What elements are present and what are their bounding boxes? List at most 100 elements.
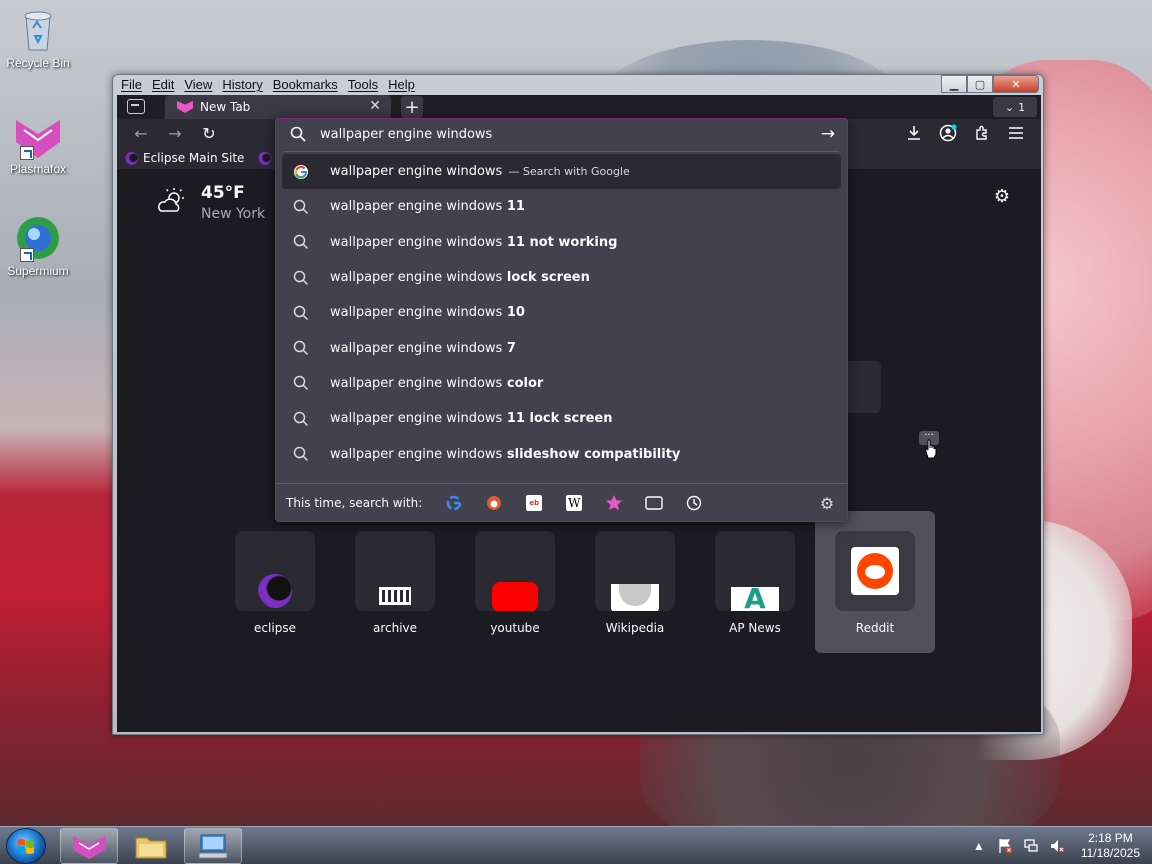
- weather-location: New York: [201, 206, 266, 222]
- top-site-label: AP News: [729, 621, 781, 635]
- tab-title: New Tab: [200, 100, 251, 114]
- search-icon: [292, 304, 310, 322]
- forward-button[interactable]: →: [165, 123, 185, 143]
- url-bar-panel: → wallpaper engine windows — Search with …: [275, 118, 848, 522]
- taskbar-file-explorer[interactable]: [122, 828, 180, 864]
- weather-widget[interactable]: 45°F New York: [157, 183, 265, 222]
- account-icon: [939, 124, 957, 142]
- tab-count: 1: [1018, 100, 1026, 114]
- suggestion-text: wallpaper engine windows: [330, 199, 503, 215]
- app-menu-button[interactable]: [1005, 123, 1027, 143]
- computer-icon: [198, 834, 228, 859]
- start-button[interactable]: [6, 828, 46, 864]
- taskbar-plasmafox[interactable]: [60, 828, 118, 864]
- network-icon[interactable]: [1023, 838, 1039, 854]
- suggestion-text: wallpaper engine windows: [330, 411, 503, 427]
- suggestion-completion: 11 lock screen: [502, 411, 613, 427]
- top-site-ap-news[interactable]: A AP News: [715, 531, 795, 635]
- url-input[interactable]: [320, 124, 800, 144]
- top-site-label: Wikipedia: [605, 621, 665, 635]
- minimize-button[interactable]: ▁: [941, 75, 967, 93]
- eclipse-favicon-icon: [125, 151, 138, 165]
- downloads-button[interactable]: [903, 123, 925, 143]
- search-icon: [292, 374, 310, 392]
- menu-bar: File Edit View History Bookmarks Tools H…: [121, 77, 415, 95]
- go-arrow-button[interactable]: →: [817, 123, 839, 145]
- tabs-icon[interactable]: [644, 493, 664, 513]
- divider: [284, 151, 839, 152]
- bookmark-label: Eclipse Main Site: [143, 151, 245, 165]
- history-icon[interactable]: [684, 493, 704, 513]
- desktop-icon-supermium[interactable]: Supermium: [4, 214, 72, 278]
- ebay-icon[interactable]: eb: [524, 493, 544, 513]
- extensions-button[interactable]: [971, 123, 993, 143]
- search-icon: [292, 339, 310, 357]
- clock-date: 11/18/2025: [1080, 846, 1140, 860]
- account-button[interactable]: [937, 123, 959, 143]
- suggestion-list: wallpaper engine windows — Search with Go…: [282, 154, 841, 472]
- taskbar-remote-desktop[interactable]: [184, 828, 242, 864]
- suggestion-row[interactable]: wallpaper engine windows 11 lock screen: [282, 401, 841, 436]
- chevron-down-icon: ⌄: [1004, 100, 1015, 114]
- tab-new-tab[interactable]: New Tab ✕: [165, 95, 391, 119]
- tab-strip: New Tab ✕ + ⌄ 1: [117, 95, 1041, 119]
- suggestion-row[interactable]: wallpaper engine windows 11: [282, 189, 841, 224]
- reload-button[interactable]: ↻: [199, 123, 219, 143]
- folder-icon: [135, 837, 167, 859]
- clock[interactable]: 2:18 PM 11/18/2025: [1081, 831, 1140, 861]
- menu-history[interactable]: History: [222, 77, 262, 95]
- new-tab-button[interactable]: +: [401, 96, 423, 118]
- action-center-flag-icon[interactable]: [997, 838, 1013, 854]
- suggestion-row[interactable]: wallpaper engine windows 11 not working: [282, 225, 841, 260]
- suggestion-row[interactable]: wallpaper engine windows lock screen: [282, 260, 841, 295]
- show-hidden-icons-icon[interactable]: ▲: [971, 838, 987, 854]
- top-site-youtube[interactable]: youtube: [475, 531, 555, 635]
- suggestion-row[interactable]: wallpaper engine windows color: [282, 366, 841, 401]
- window-controls: ▁ ▢ ✕: [941, 75, 1039, 93]
- suggestion-completion: 7: [502, 340, 516, 356]
- shortcut-arrow-icon: [20, 248, 34, 262]
- suggestion-text: wallpaper engine windows: [330, 340, 503, 356]
- suggestion-text: wallpaper engine windows: [330, 164, 503, 180]
- tab-manager-icon[interactable]: [127, 99, 145, 114]
- menu-bookmarks[interactable]: Bookmarks: [273, 77, 338, 95]
- top-site-wikipedia[interactable]: Wikipedia: [595, 531, 675, 635]
- list-all-tabs-button[interactable]: ⌄ 1: [993, 97, 1037, 117]
- search-settings-gear-icon[interactable]: ⚙: [817, 493, 837, 513]
- menu-file[interactable]: File: [121, 77, 142, 95]
- menu-view[interactable]: View: [184, 77, 212, 95]
- duckduckgo-icon[interactable]: [484, 493, 504, 513]
- recycle-bin-icon: [14, 6, 62, 54]
- gear-icon[interactable]: ⚙: [991, 185, 1013, 207]
- suggestion-row[interactable]: wallpaper engine windows — Search with Go…: [282, 154, 841, 190]
- suggestion-row[interactable]: wallpaper engine windows slideshow compa…: [282, 436, 841, 471]
- top-site-reddit[interactable]: Reddit: [815, 511, 935, 653]
- menu-edit[interactable]: Edit: [152, 77, 174, 95]
- ntp-search-box-edge[interactable]: [845, 361, 881, 413]
- top-site-archive[interactable]: archive: [355, 531, 435, 635]
- google-icon[interactable]: [444, 493, 464, 513]
- desktop-icon-label: Supermium: [7, 264, 69, 278]
- eclipse-favicon-icon: [258, 151, 272, 165]
- puzzle-icon: [976, 125, 987, 140]
- volume-muted-icon[interactable]: [1049, 838, 1065, 854]
- close-window-button[interactable]: ✕: [993, 75, 1039, 93]
- desktop-icon-plasmafox[interactable]: Plasmafox: [4, 112, 72, 176]
- menu-tools[interactable]: Tools: [348, 77, 378, 95]
- menu-help[interactable]: Help: [388, 77, 415, 95]
- wikipedia-icon[interactable]: W: [564, 493, 584, 513]
- bookmarks-star-icon[interactable]: [604, 493, 624, 513]
- suggestion-completion: color: [502, 375, 544, 391]
- suggestion-row[interactable]: wallpaper engine windows 10: [282, 295, 841, 330]
- back-button[interactable]: ←: [131, 123, 151, 143]
- top-site-eclipse[interactable]: eclipse: [235, 531, 315, 635]
- desktop-icon-recycle-bin[interactable]: Recycle Bin: [4, 6, 72, 70]
- bookmark-eclipse-main-site[interactable]: Eclipse Main Site: [125, 151, 244, 165]
- maximize-button[interactable]: ▢: [967, 75, 993, 93]
- close-tab-icon[interactable]: ✕: [369, 98, 381, 114]
- suggestion-text: wallpaper engine windows: [330, 375, 503, 391]
- one-off-search-bar: This time, search with: eb W ⚙: [276, 483, 847, 521]
- suggestion-row[interactable]: wallpaper engine windows 7: [282, 330, 841, 365]
- hamburger-menu-icon: [1009, 127, 1023, 139]
- reddit-logo-icon: [851, 547, 899, 595]
